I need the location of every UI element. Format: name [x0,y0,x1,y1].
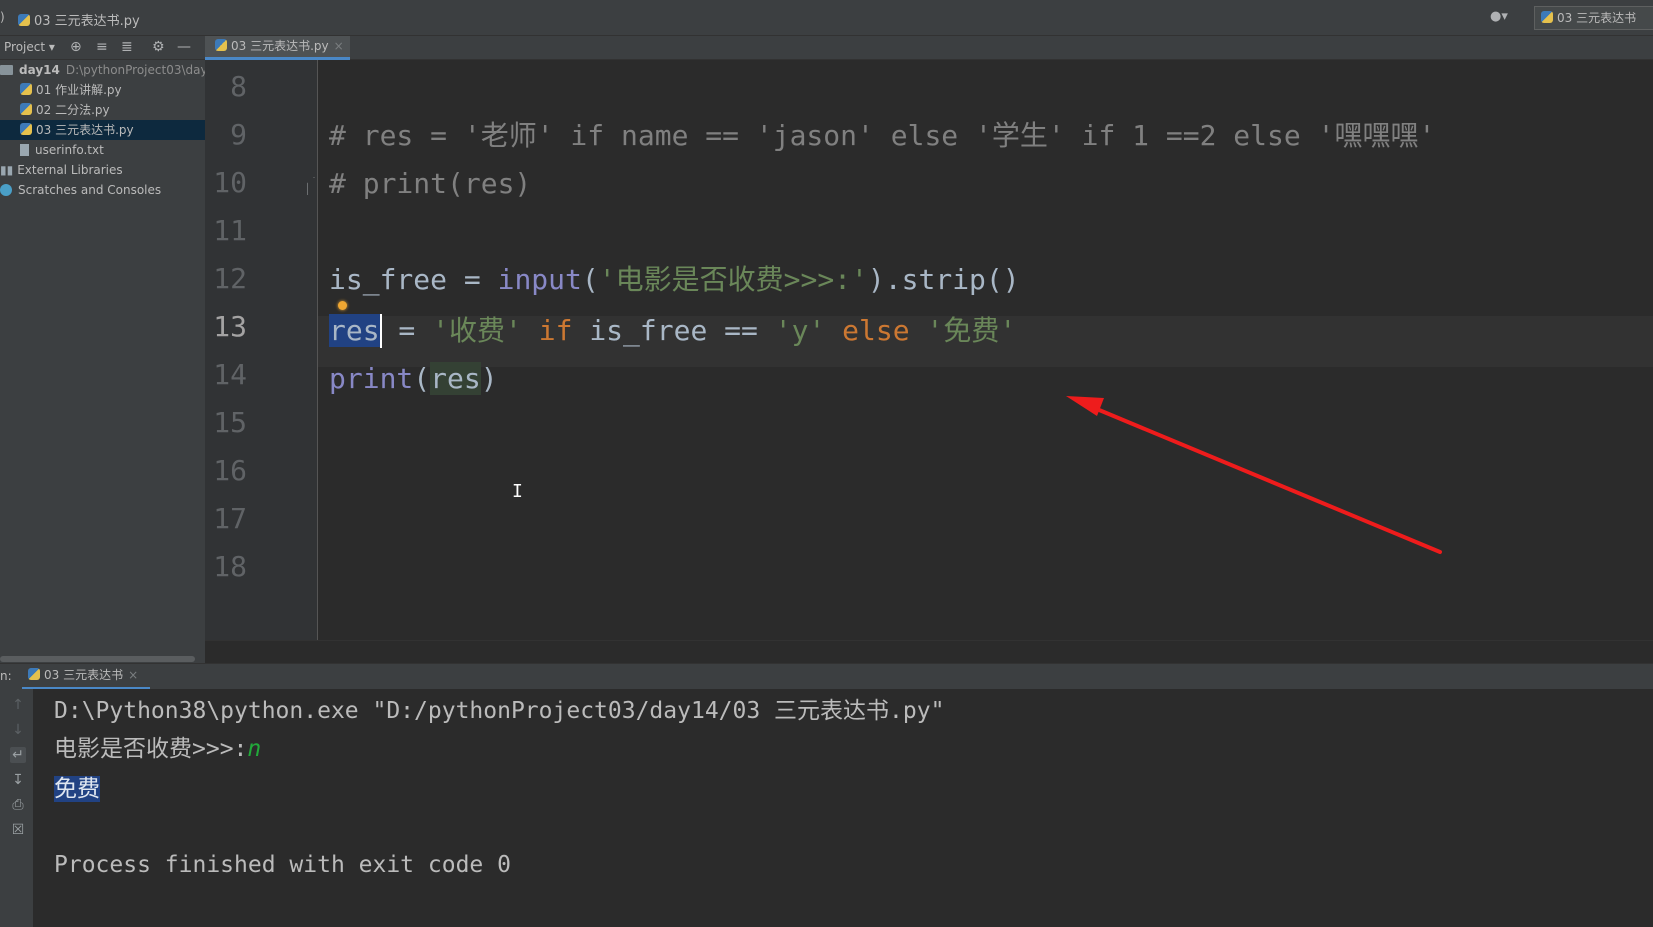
scroll-to-end-icon[interactable]: ↧ [10,772,26,788]
annotation-arrow-shaft [1078,400,1442,554]
down-arrow-icon[interactable]: ↓ [10,722,26,738]
console-selected-result: 免费 [54,776,100,802]
console-user-input: n [247,736,262,762]
editor-horizontal-scroll-area[interactable] [205,640,1653,663]
up-arrow-icon[interactable]: ↑ [10,697,26,713]
soft-wrap-icon[interactable]: ↵ [10,747,26,763]
run-panel-header: n: 03 三元表达书 × [0,663,1653,690]
console-exit-line: Process finished with exit code 0 [54,852,511,878]
run-tab-03-ternary[interactable]: 03 三元表达书 × [22,664,150,690]
print-icon[interactable]: ⎙ [10,797,26,813]
console-result-line: 免费 [54,773,100,805]
trash-icon[interactable]: ☒ [10,822,26,838]
console-prompt-line: 电影是否收费>>>:n [54,736,262,762]
console-command-line: D:\Python38\python.exe "D:/pythonProject… [54,698,945,724]
close-run-tab-icon[interactable]: × [128,668,138,682]
annotation-arrow-head [1066,396,1104,416]
console-output[interactable]: D:\Python38\python.exe "D:/pythonProject… [33,689,1653,927]
python-run-icon [28,668,40,680]
run-panel-label: n: [0,669,12,683]
run-toolstrip: ↑ ↓ ↵ ↧ ⎙ ☒ [0,689,33,927]
